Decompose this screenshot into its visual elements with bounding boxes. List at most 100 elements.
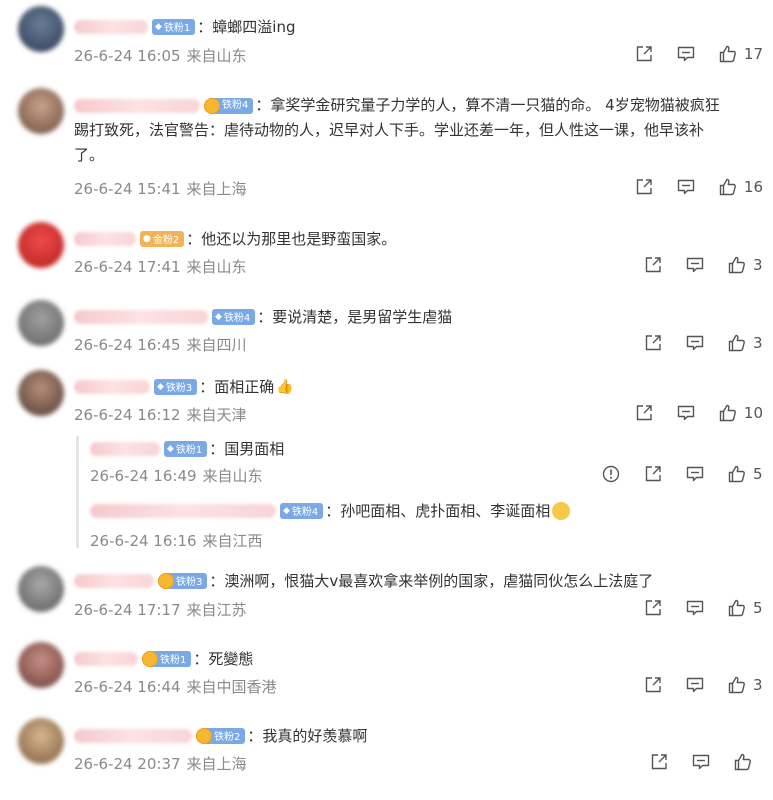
comment-icon <box>685 464 705 484</box>
fan-badge: ◆ 铁粉3 <box>154 378 198 395</box>
report-button[interactable] <box>601 464 621 484</box>
comment-location: 来自上海 <box>186 180 247 198</box>
like-button[interactable]: 3 <box>727 255 763 275</box>
like-button[interactable]: 5 <box>727 598 763 618</box>
share-button[interactable] <box>634 44 654 64</box>
share-button[interactable] <box>643 333 663 353</box>
avatar[interactable] <box>18 718 64 764</box>
comment-meta: 26-6-24 16:12 来自天津 <box>74 404 247 425</box>
share-icon <box>643 675 663 695</box>
comment-meta: 26-6-24 16:05 来自山东 <box>74 45 247 66</box>
reply-date: 26-6-24 16:16 <box>90 532 197 550</box>
share-button[interactable] <box>634 177 654 197</box>
comment-text: ：他还以为那里也是野蛮国家。 <box>186 230 397 248</box>
avatar[interactable] <box>18 88 64 134</box>
comment-location: 来自上海 <box>186 755 247 773</box>
reply-meta: 26-6-24 16:49 来自山东 <box>90 465 263 486</box>
comment-icon <box>691 752 711 772</box>
share-button[interactable] <box>643 464 663 484</box>
comment-button[interactable] <box>685 598 705 618</box>
comment-button[interactable] <box>676 403 696 423</box>
comment-date: 26-6-24 16:12 <box>74 406 181 424</box>
thumb-up-icon <box>718 44 738 64</box>
share-button[interactable] <box>634 403 654 423</box>
like-count: 3 <box>753 676 763 694</box>
like-button[interactable]: 17 <box>718 44 763 64</box>
comment-button[interactable] <box>676 177 696 197</box>
avatar[interactable] <box>18 6 64 52</box>
username-blurred[interactable] <box>74 309 208 324</box>
comment-date: 26-6-24 20:37 <box>74 755 181 773</box>
comment-meta: 26-6-24 20:37 来自上海 <box>74 753 247 774</box>
share-button[interactable] <box>643 255 663 275</box>
share-button[interactable] <box>643 598 663 618</box>
like-button[interactable] <box>733 752 753 772</box>
comment-icon <box>676 44 696 64</box>
username-blurred[interactable] <box>74 19 148 34</box>
share-button[interactable] <box>643 675 663 695</box>
comment-icon <box>676 177 696 197</box>
like-button[interactable]: 3 <box>727 675 763 695</box>
emoji-badge-icon <box>158 572 174 589</box>
comment-icon <box>676 403 696 423</box>
comment-text: ：澳洲啊，恨猫大v最喜欢拿来举例的国家，虐猫同伙怎么上法庭了 <box>209 572 654 590</box>
thumb-up-icon <box>727 464 747 484</box>
avatar[interactable] <box>18 300 64 346</box>
comment-date: 26-6-24 15:41 <box>74 180 181 198</box>
reply-thread-bar <box>76 436 79 548</box>
username-blurred[interactable] <box>74 651 138 666</box>
avatar[interactable] <box>18 566 64 612</box>
comment-button[interactable] <box>685 333 705 353</box>
comment-meta: 26-6-24 16:44 来自中国香港 <box>74 676 277 697</box>
grimace-emoji-icon <box>552 501 571 520</box>
comment-location: 来自四川 <box>186 336 247 354</box>
thumb-up-icon <box>718 177 738 197</box>
comment-button[interactable] <box>685 255 705 275</box>
username-blurred[interactable] <box>90 441 160 456</box>
comment-icon <box>685 333 705 353</box>
username-blurred[interactable] <box>74 98 200 113</box>
reply-item: ◆ 铁粉4 ：孙吧面相、虎扑面相、李诞面相 <box>90 500 571 521</box>
username-blurred[interactable] <box>74 573 154 588</box>
username-blurred[interactable] <box>74 231 136 246</box>
comment-text-line: 踢打致死，法官警告：虐待动物的人，迟早对人下手。学业还差一年，但人性这一课，他早… <box>74 121 705 139</box>
fan-badge: ◆ 铁粉1 <box>164 440 208 457</box>
reply-date: 26-6-24 16:49 <box>90 467 197 485</box>
like-count: 5 <box>753 599 763 617</box>
comment-button[interactable] <box>676 44 696 64</box>
comment-text: ：我真的好羡慕啊 <box>247 727 368 745</box>
comment-date: 26-6-24 16:05 <box>74 47 181 65</box>
emoji-badge-icon <box>142 650 158 667</box>
comment-icon <box>685 255 705 275</box>
avatar[interactable] <box>18 370 64 416</box>
comment-date: 26-6-24 16:44 <box>74 678 181 696</box>
comment-date: 26-6-24 16:45 <box>74 336 181 354</box>
username-blurred[interactable] <box>90 503 276 518</box>
like-button[interactable]: 10 <box>718 403 763 423</box>
report-icon <box>601 464 621 484</box>
thumb-up-icon <box>733 752 753 772</box>
comment-button[interactable] <box>685 675 705 695</box>
share-icon <box>643 464 663 484</box>
like-count: 5 <box>753 465 763 483</box>
thumb-up-icon <box>718 403 738 423</box>
comment-icon <box>685 598 705 618</box>
like-button[interactable]: 3 <box>727 333 763 353</box>
share-icon <box>634 44 654 64</box>
comment-button[interactable] <box>685 464 705 484</box>
avatar[interactable] <box>18 222 64 268</box>
thumbs-up-emoji-icon: 👍 <box>276 378 294 395</box>
emoji-badge-icon <box>196 727 212 744</box>
reply-location: 来自山东 <box>202 467 263 485</box>
avatar[interactable] <box>18 642 64 688</box>
comment-location: 来自山东 <box>186 47 247 65</box>
username-blurred[interactable] <box>74 379 150 394</box>
thumb-up-icon <box>727 675 747 695</box>
username-blurred[interactable] <box>74 728 192 743</box>
like-button[interactable]: 5 <box>727 464 763 484</box>
share-icon <box>649 752 669 772</box>
comment-button[interactable] <box>691 752 711 772</box>
share-button[interactable] <box>649 752 669 772</box>
reply-item: ◆ 铁粉1 ：国男面相 <box>90 438 284 459</box>
like-button[interactable]: 16 <box>718 177 763 197</box>
